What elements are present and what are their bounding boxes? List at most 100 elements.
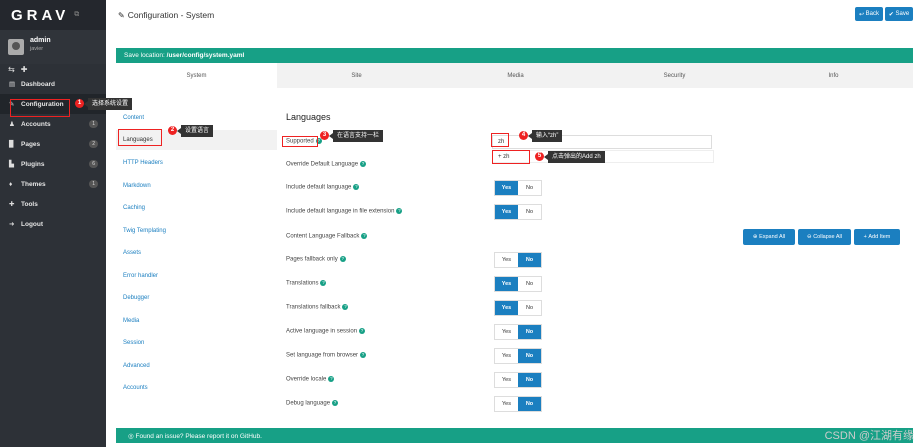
field-label: Pages fallback only? — [286, 256, 346, 263]
tab-site[interactable]: Site — [277, 63, 436, 88]
sidebar-item-tools[interactable]: ✚ Tools — [0, 194, 106, 214]
toggle-yes[interactable]: Yes — [495, 301, 518, 315]
help-icon[interactable]: ? — [339, 256, 346, 262]
annotation-note: 点击弹出的Add zh — [544, 151, 605, 163]
toggle-debug-language[interactable]: Yes No — [494, 396, 542, 412]
toggle-translations-fallback[interactable]: Yes No — [494, 300, 542, 316]
tint-icon: ♦ — [9, 180, 13, 188]
toggle-no[interactable]: No — [518, 397, 541, 411]
help-icon[interactable]: ? — [353, 184, 360, 190]
back-button[interactable]: ↩ Back — [855, 7, 883, 21]
toggle-yes[interactable]: Yes — [495, 397, 518, 411]
tab-system[interactable]: System — [116, 63, 277, 88]
field-label: Active language in session? — [286, 328, 366, 335]
sidebar-item-plugins[interactable]: ▙ Plugins 6 — [0, 154, 106, 174]
field-label-text: Pages fallback only — [286, 256, 338, 263]
help-icon[interactable]: ? — [396, 208, 403, 214]
field-label: Set language from browser? — [286, 352, 367, 359]
section-media[interactable]: Media — [116, 311, 277, 331]
toggle-no[interactable]: No — [518, 205, 541, 219]
toggle-yes[interactable]: Yes — [495, 277, 518, 291]
quick-actions: ⇆ ✚ — [0, 64, 106, 74]
section-debugger[interactable]: Debugger — [116, 288, 277, 308]
toggle-yes[interactable]: Yes — [495, 349, 518, 363]
toggle-yes[interactable]: Yes — [495, 373, 518, 387]
user-profile[interactable]: admin javier — [0, 30, 106, 64]
save-button[interactable]: ✔ Save — [885, 7, 913, 21]
help-icon[interactable]: ? — [360, 352, 367, 358]
help-icon[interactable]: ? — [360, 161, 367, 167]
toggle-yes[interactable]: Yes — [495, 253, 518, 267]
field-label: Translations fallback? — [286, 304, 349, 311]
count-badge: 1 — [89, 120, 98, 128]
grav-logo[interactable]: GRAV — [11, 7, 69, 24]
annotation-box-supported — [282, 136, 318, 147]
toggle-icon[interactable]: ⇆ — [8, 65, 15, 74]
toggle-no[interactable]: No — [518, 277, 541, 291]
field-label-text: Set language from browser — [286, 352, 359, 359]
sidebar-item-accounts[interactable]: ♟ Accounts 1 — [0, 114, 106, 134]
brand: GRAV ⧉ — [0, 0, 106, 30]
toggle-language-from-browser[interactable]: Yes No — [494, 348, 542, 364]
annotation-number: 2 — [168, 126, 177, 135]
fallback-label-text: Content Language Fallback — [286, 233, 360, 240]
section-session[interactable]: Session — [116, 333, 277, 353]
fallback-label: Content Language Fallback? — [286, 233, 368, 240]
toggle-yes[interactable]: Yes — [495, 181, 518, 195]
annotation-box-input — [491, 133, 509, 147]
toggle-no[interactable]: No — [518, 253, 541, 267]
annotation-note: 输入“zh” — [527, 130, 563, 142]
tab-media[interactable]: Media — [436, 63, 595, 88]
toggle-yes[interactable]: Yes — [495, 325, 518, 339]
plus-icon[interactable]: ✚ — [21, 65, 28, 74]
section-accounts[interactable]: Accounts — [116, 378, 277, 398]
external-link-icon[interactable]: ⧉ — [74, 11, 79, 19]
help-icon[interactable]: ? — [328, 376, 335, 382]
help-icon[interactable]: ? — [320, 280, 327, 286]
section-advanced[interactable]: Advanced — [116, 356, 277, 376]
toggle-no[interactable]: No — [518, 325, 541, 339]
collapse-all-button[interactable]: ⊖ Collapse All — [798, 229, 851, 245]
add-item-label: Add Item — [868, 234, 891, 240]
section-http-headers[interactable]: HTTP Headers — [116, 153, 277, 173]
count-badge: 2 — [89, 140, 98, 148]
help-icon[interactable]: ? — [332, 400, 339, 406]
sidebar-item-pages[interactable]: ▉ Pages 2 — [0, 134, 106, 154]
toggle-pages-fallback-only[interactable]: Yes No — [494, 252, 542, 268]
toggle-override-locale[interactable]: Yes No — [494, 372, 542, 388]
sidebar-item-logout[interactable]: ➜ Logout — [0, 214, 106, 234]
github-icon: ◎ — [128, 433, 134, 440]
toggle-translations[interactable]: Yes No — [494, 276, 542, 292]
help-icon[interactable]: ? — [342, 304, 349, 310]
toggle-include-default-language[interactable]: Yes No — [494, 180, 542, 196]
section-caching[interactable]: Caching — [116, 198, 277, 218]
section-twig-templating[interactable]: Twig Templating — [116, 221, 277, 241]
toggle-active-language-session[interactable]: Yes No — [494, 324, 542, 340]
help-icon[interactable]: ? — [359, 328, 366, 334]
toggle-no[interactable]: No — [518, 301, 541, 315]
toggle-no[interactable]: No — [518, 373, 541, 387]
toggle-no[interactable]: No — [518, 349, 541, 363]
add-item-button[interactable]: + Add Item — [854, 229, 900, 245]
sidebar: GRAV ⧉ admin javier ⇆ ✚ ▤ Dashboard ✎ Co… — [0, 0, 106, 447]
check-icon: ✔ — [888, 11, 894, 18]
footer-bar[interactable]: ◎ Found an issue? Please report it on Gi… — [116, 428, 913, 443]
tab-info[interactable]: Info — [754, 63, 913, 88]
override-language-text: Override Default Language — [286, 161, 359, 168]
sidebar-item-label: Pages — [21, 140, 41, 148]
toggle-no[interactable]: No — [518, 181, 541, 195]
sidebar-item-dashboard[interactable]: ▤ Dashboard — [0, 74, 106, 94]
sidebar-item-themes[interactable]: ♦ Themes 1 — [0, 174, 106, 194]
sidebar-item-label: Themes — [21, 180, 46, 188]
toggle-include-default-language-ext[interactable]: Yes No — [494, 204, 542, 220]
help-icon[interactable]: ? — [361, 233, 368, 239]
expand-all-button[interactable]: ⊕ Expand All — [743, 229, 795, 245]
toggle-yes[interactable]: Yes — [495, 205, 518, 219]
section-assets[interactable]: Assets — [116, 243, 277, 263]
section-error-handler[interactable]: Error handler — [116, 266, 277, 286]
section-markdown[interactable]: Markdown — [116, 176, 277, 196]
tab-security[interactable]: Security — [595, 63, 754, 88]
field-label: Debug language? — [286, 400, 339, 407]
annotation-box-languages — [118, 129, 162, 146]
field-label-text: Translations — [286, 280, 319, 287]
